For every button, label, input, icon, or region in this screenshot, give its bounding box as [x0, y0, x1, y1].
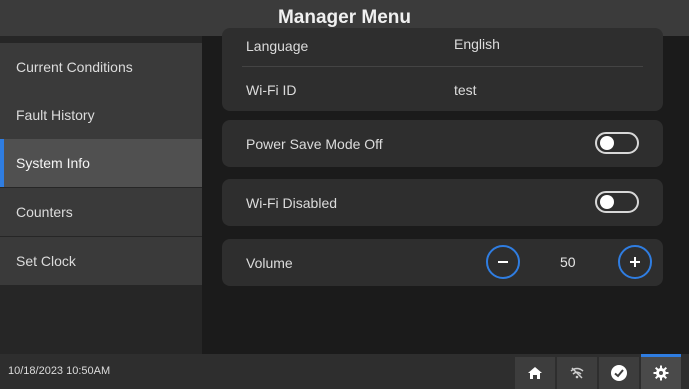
volume-increase-button[interactable] — [618, 245, 652, 279]
status-bar: 10/18/2023 10:50AM — [0, 354, 689, 389]
sidebar-item-label: Fault History — [16, 107, 95, 123]
divider — [242, 66, 643, 67]
sidebar-item-label: Counters — [16, 204, 73, 220]
wifi-status-button[interactable] — [557, 357, 597, 389]
home-icon — [528, 367, 542, 379]
toggle-knob — [600, 195, 614, 209]
wifi-row: Wi-Fi Disabled — [222, 179, 663, 226]
sidebar-item-set-clock[interactable]: Set Clock — [0, 237, 202, 285]
status-datetime: 10/18/2023 10:50AM — [8, 365, 111, 377]
sidebar-item-current-conditions[interactable]: Current Conditions — [0, 43, 202, 91]
sidebar-item-fault-history[interactable]: Fault History — [0, 91, 202, 139]
home-button[interactable] — [515, 357, 555, 389]
sidebar-item-label: Set Clock — [16, 253, 76, 269]
toggle-knob — [600, 136, 614, 150]
page-title: Manager Menu — [277, 7, 412, 28]
gear-icon — [653, 365, 669, 381]
wifi-off-icon — [570, 367, 584, 379]
volume-value: 50 — [560, 254, 576, 270]
main-panel: Language English Wi-Fi ID test Power Sav… — [202, 28, 689, 354]
power-save-row: Power Save Mode Off — [222, 120, 663, 167]
language-value: English — [454, 36, 500, 52]
sidebar-item-label: System Info — [16, 155, 90, 171]
system-info-card: Language English Wi-Fi ID test — [222, 28, 663, 111]
check-button[interactable] — [599, 357, 639, 389]
volume-label: Volume — [246, 255, 293, 271]
check-circle-icon — [611, 365, 627, 381]
language-label: Language — [246, 38, 309, 54]
plus-icon — [630, 257, 640, 267]
power-save-toggle[interactable] — [595, 132, 639, 154]
sidebar: Current Conditions Fault History System … — [0, 36, 202, 354]
wifi-label: Wi-Fi Disabled — [246, 195, 338, 211]
sidebar-item-counters[interactable]: Counters — [0, 188, 202, 236]
power-save-label: Power Save Mode Off — [246, 136, 383, 152]
volume-decrease-button[interactable] — [486, 245, 520, 279]
minus-icon — [498, 261, 508, 263]
wifi-toggle[interactable] — [595, 191, 639, 213]
settings-button[interactable] — [641, 354, 681, 389]
volume-row: Volume 50 — [222, 239, 663, 286]
sidebar-item-label: Current Conditions — [16, 59, 133, 75]
wifi-id-value: test — [454, 82, 477, 98]
sidebar-item-system-info[interactable]: System Info — [0, 139, 202, 187]
wifi-id-label: Wi-Fi ID — [246, 82, 297, 98]
